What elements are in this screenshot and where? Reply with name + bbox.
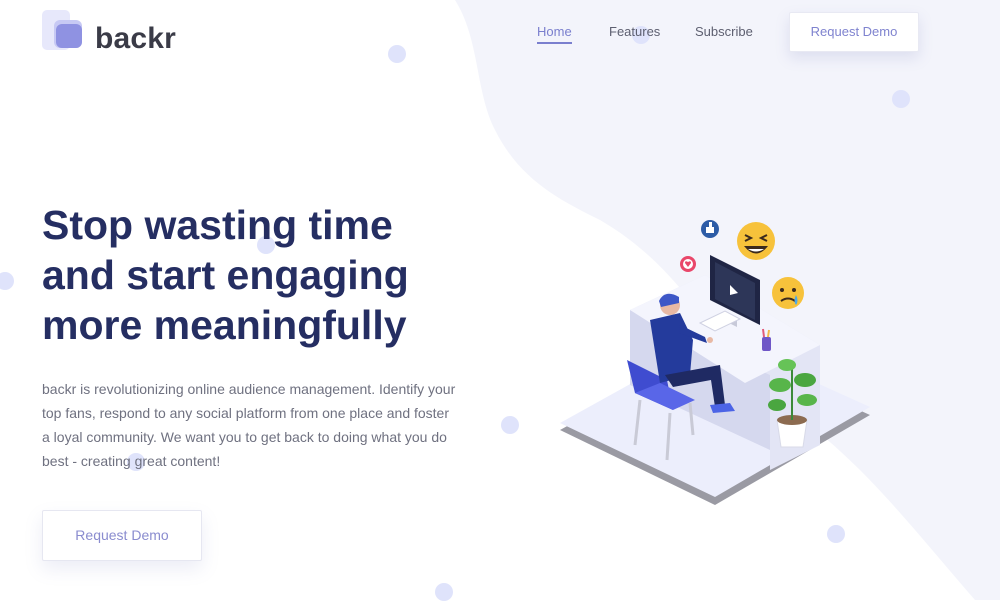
- hero-title-line: and start engaging: [42, 252, 409, 298]
- laughing-emoji-icon: [737, 222, 775, 260]
- decorative-dot: [501, 416, 519, 434]
- hero-title-line: more meaningfully: [42, 302, 407, 348]
- decorative-dot: [892, 90, 910, 108]
- brand-logo[interactable]: backr: [42, 8, 182, 55]
- hero-description: backr is revolutionizing online audience…: [42, 381, 456, 469]
- site-header: backr Home Features Subscribe Request De…: [0, 0, 1000, 70]
- hero-title-line: Stop wasting time: [42, 202, 393, 248]
- sad-emoji-icon: [772, 277, 804, 309]
- logo-mark-icon: [42, 10, 82, 50]
- decorative-dot: [435, 583, 453, 601]
- brand-name: backr: [95, 22, 177, 55]
- hero-request-demo-button[interactable]: Request Demo: [42, 510, 202, 561]
- header-request-demo-button[interactable]: Request Demo: [789, 12, 919, 52]
- heart-icon: [680, 256, 696, 272]
- thumbs-up-icon: [701, 220, 719, 238]
- workspace-illustration: [560, 220, 870, 505]
- decorative-dot: [827, 525, 845, 543]
- nav-features-link[interactable]: Features: [609, 24, 660, 39]
- nav-home-link[interactable]: Home: [537, 24, 572, 44]
- nav-subscribe-link[interactable]: Subscribe: [695, 24, 753, 39]
- hero-title: Stop wasting time and start engaging mor…: [42, 200, 472, 350]
